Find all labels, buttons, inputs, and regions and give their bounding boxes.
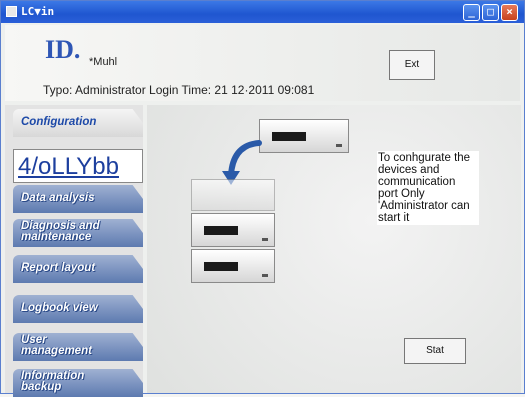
minimize-icon: _ <box>468 5 475 18</box>
nav-configuration[interactable]: Configuration <box>13 109 143 137</box>
nav-label: Diagnosis and maintenance <box>21 220 100 243</box>
app-window: LC▼in _ □ × ID. *Muhl Typo: Administrato… <box>0 0 525 397</box>
minimize-button[interactable]: _ <box>463 4 480 21</box>
start-button[interactable]: Stat <box>404 338 466 364</box>
app-icon <box>6 6 17 17</box>
device-module-empty <box>191 179 275 211</box>
device-slot <box>272 132 306 141</box>
device-led <box>262 274 268 277</box>
nav-label: Report layout <box>21 262 96 274</box>
device-led <box>262 238 268 241</box>
nav-label: Logbook view <box>21 302 98 314</box>
maximize-button[interactable]: □ <box>482 4 499 21</box>
close-button[interactable]: × <box>501 4 518 21</box>
maximize-icon: □ <box>487 5 494 18</box>
nav-data-analysis[interactable]: Data analysis <box>13 185 143 213</box>
nav-label: Configuration <box>21 116 97 128</box>
device-module-bottom[interactable] <box>191 249 275 283</box>
exit-button[interactable]: Ext <box>389 50 435 80</box>
app-logo: ID. <box>45 35 81 64</box>
title-bar[interactable]: LC▼in _ □ × <box>1 1 524 23</box>
login-info: Typo: Administrator Login Time: 21 12·20… <box>43 83 315 97</box>
nav-information-backup[interactable]: Information backup <box>13 369 143 397</box>
nav-logbook-view[interactable]: Logbook view <box>13 295 143 323</box>
device-slot <box>204 262 238 271</box>
nav-diagnosis-maintenance[interactable]: Diagnosis and maintenance <box>13 219 143 247</box>
device-module-middle[interactable] <box>191 213 275 247</box>
nav-label: Data analysis <box>21 192 95 204</box>
nav-report-layout[interactable]: Report layout <box>13 255 143 283</box>
device-led <box>336 144 342 147</box>
sidebar-nav: Configuration 4/oLLYbb Data analysis Dia… <box>5 105 143 397</box>
module-description: To conhgurate the devices and communicat… <box>377 151 479 225</box>
nav-label: Information backup <box>21 370 85 393</box>
nav-user-management[interactable]: User management <box>13 333 143 361</box>
logo-subtitle: *Muhl <box>89 56 118 68</box>
device-slot <box>204 226 238 235</box>
nav-date-link[interactable]: 4/oLLYbb <box>13 149 143 183</box>
header-panel: ID. *Muhl Typo: Administrator Login Time… <box>5 25 520 101</box>
window-title: LC▼in <box>21 5 55 18</box>
nav-label: User management <box>21 334 92 357</box>
close-icon: × <box>506 5 513 18</box>
device-module-detached[interactable] <box>259 119 349 153</box>
